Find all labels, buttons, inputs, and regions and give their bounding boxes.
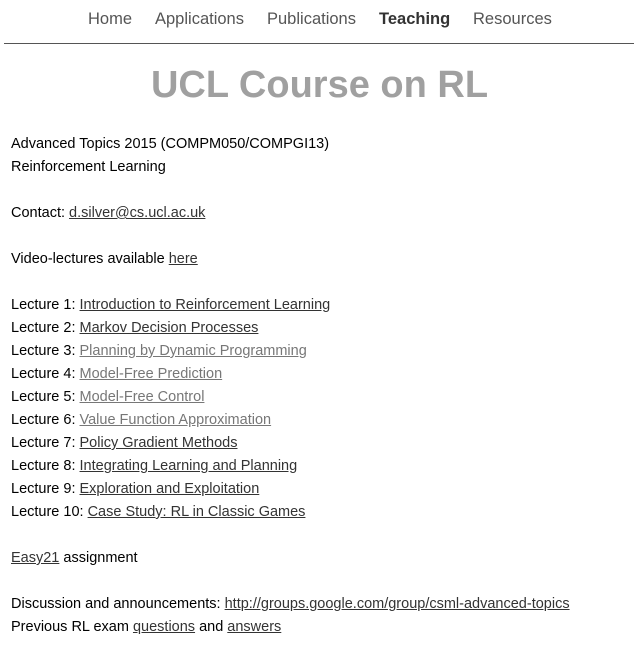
lecture-10: Lecture 10: Case Study: RL in Classic Ga…: [11, 503, 305, 521]
lecture-8-link[interactable]: Integrating Learning and Planning: [80, 458, 298, 474]
nav-home[interactable]: Home: [88, 10, 132, 29]
video-line: Video-lectures available here: [11, 250, 198, 268]
contact-label: Contact:: [11, 205, 70, 221]
lecture-10-link[interactable]: Case Study: RL in Classic Games: [88, 504, 306, 520]
lecture-label: Lecture 2:: [11, 320, 80, 336]
lecture-label: Lecture 7:: [11, 435, 80, 451]
easy21-link[interactable]: Easy21: [11, 550, 59, 566]
video-label: Video-lectures available: [11, 251, 169, 267]
lecture-6-link[interactable]: Value Function Approximation: [80, 412, 272, 428]
lecture-label: Lecture 3:: [11, 343, 80, 359]
lecture-9-link[interactable]: Exploration and Exploitation: [80, 481, 260, 497]
lecture-4: Lecture 4: Model-Free Prediction: [11, 365, 222, 383]
lecture-label: Lecture 4:: [11, 366, 80, 382]
lecture-2: Lecture 2: Markov Decision Processes: [11, 319, 258, 337]
lecture-3-link[interactable]: Planning by Dynamic Programming: [80, 343, 307, 359]
lecture-7-link[interactable]: Policy Gradient Methods: [80, 435, 238, 451]
course-name: Reinforcement Learning: [11, 159, 166, 175]
lecture-2-link[interactable]: Markov Decision Processes: [80, 320, 259, 336]
course-code: Advanced Topics 2015 (COMPM050/COMPGI13): [11, 136, 330, 152]
exam-answers-link[interactable]: answers: [227, 619, 281, 635]
lecture-6: Lecture 6: Value Function Approximation: [11, 411, 271, 429]
lecture-3: Lecture 3: Planning by Dynamic Programmi…: [11, 342, 307, 360]
lecture-label: Lecture 9:: [11, 481, 80, 497]
lecture-4-link[interactable]: Model-Free Prediction: [80, 366, 223, 382]
lecture-label: Lecture 5:: [11, 389, 80, 405]
lecture-5-link[interactable]: Model-Free Control: [80, 389, 205, 405]
lecture-1: Lecture 1: Introduction to Reinforcement…: [11, 296, 330, 314]
exam-line: Previous RL exam questions and answers: [11, 618, 281, 636]
lecture-label: Lecture 1:: [11, 297, 80, 313]
lecture-7: Lecture 7: Policy Gradient Methods: [11, 434, 237, 452]
lecture-label: Lecture 6:: [11, 412, 80, 428]
exam-questions-link[interactable]: questions: [133, 619, 195, 635]
exam-and-label: and: [195, 619, 228, 635]
lecture-5: Lecture 5: Model-Free Control: [11, 388, 204, 406]
contact-line: Contact: d.silver@cs.ucl.ac.uk: [11, 204, 205, 222]
nav-publications[interactable]: Publications: [267, 10, 356, 29]
top-navigation: Home Applications Publications Teaching …: [4, 0, 634, 44]
assignment-label: assignment: [59, 550, 138, 566]
discussion-line: Discussion and announcements: http://gro…: [11, 595, 570, 613]
lecture-label: Lecture 10:: [11, 504, 88, 520]
contact-email-link[interactable]: d.silver@cs.ucl.ac.uk: [69, 205, 205, 221]
nav-teaching[interactable]: Teaching: [379, 10, 450, 29]
exam-label: Previous RL exam: [11, 619, 133, 635]
lecture-label: Lecture 8:: [11, 458, 80, 474]
assignment-line: Easy21 assignment: [11, 549, 138, 567]
page-title: UCL Course on RL: [150, 64, 489, 106]
nav-applications[interactable]: Applications: [155, 10, 244, 29]
lecture-1-link[interactable]: Introduction to Reinforcement Learning: [80, 297, 331, 313]
discussion-label: Discussion and announcements:: [11, 596, 225, 612]
lecture-9: Lecture 9: Exploration and Exploitation: [11, 480, 259, 498]
nav-resources[interactable]: Resources: [473, 10, 552, 29]
video-lectures-link[interactable]: here: [169, 251, 198, 267]
discussion-group-link[interactable]: http://groups.google.com/group/csml-adva…: [225, 596, 570, 612]
lecture-8: Lecture 8: Integrating Learning and Plan…: [11, 457, 297, 475]
